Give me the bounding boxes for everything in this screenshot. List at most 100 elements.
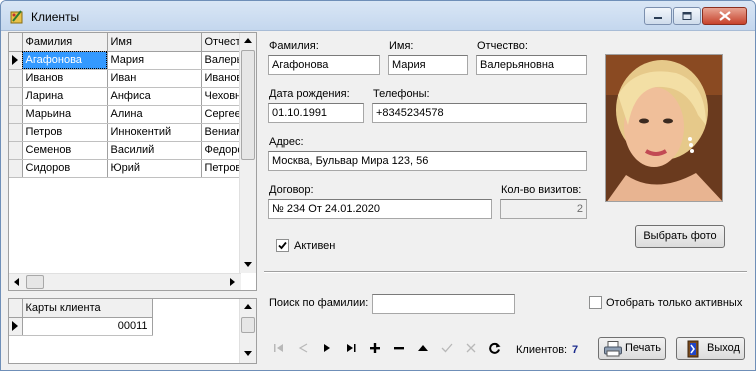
last-record-button[interactable] (339, 338, 363, 358)
column-header-patronymic[interactable]: Отчество (201, 33, 242, 52)
close-button[interactable] (702, 7, 747, 25)
refresh-button[interactable] (483, 338, 507, 358)
edit-record-button[interactable] (411, 338, 435, 358)
table-cell[interactable]: Мария (107, 51, 202, 70)
delete-record-button[interactable] (387, 338, 411, 358)
table-row[interactable]: Ларина Анфиса Чеховна (9, 87, 242, 106)
scroll-right-arrow-icon[interactable] (230, 278, 235, 286)
column-header-name[interactable]: Имя (107, 33, 202, 52)
row-indicator (9, 141, 23, 160)
patronymic-field[interactable]: Валерьяновна (476, 55, 587, 75)
print-button-label: Печать (625, 342, 662, 354)
clients-grid-vertical-scrollbar[interactable] (239, 33, 256, 273)
vertical-scroll-thumb[interactable] (241, 317, 255, 333)
address-field[interactable]: Москва, Бульвар Мира 123, 56 (268, 151, 587, 171)
table-cell[interactable]: Юрий (107, 159, 202, 178)
column-header-client-cards[interactable]: Карты клиента (22, 299, 153, 318)
choose-photo-button[interactable]: Выбрать фото (635, 225, 725, 248)
name-label: Имя: (389, 40, 414, 52)
active-checkbox[interactable] (276, 239, 289, 252)
clients-grid-horizontal-scrollbar[interactable] (9, 273, 241, 290)
client-cards-grid[interactable]: Карты клиента 00011 (8, 298, 257, 364)
address-label: Адрес: (269, 136, 304, 148)
horizontal-scroll-thumb[interactable] (26, 275, 44, 289)
table-cell[interactable]: Петров (22, 123, 108, 142)
table-cell[interactable]: Сидоров (22, 159, 108, 178)
table-cell[interactable]: Федорович (201, 141, 242, 160)
table-cell[interactable]: Алина (107, 105, 202, 124)
phones-field[interactable]: +8345234578 (372, 103, 587, 123)
table-cell[interactable]: Иван (107, 69, 202, 88)
client-portrait-image (606, 55, 722, 201)
cancel-x-icon (466, 343, 476, 353)
table-cell[interactable]: Чеховна (201, 87, 242, 106)
visits-field: 2 (500, 199, 587, 219)
exit-button[interactable]: Выход (676, 337, 745, 360)
table-cell[interactable]: Семенов (22, 141, 108, 160)
table-cell[interactable]: 00011 (22, 317, 153, 336)
post-record-button[interactable] (435, 338, 459, 358)
close-icon (718, 11, 731, 21)
scroll-down-arrow-icon[interactable] (244, 351, 252, 356)
scroll-up-arrow-icon[interactable] (244, 304, 252, 309)
surname-field[interactable]: Агафонова (268, 55, 380, 75)
next-record-icon (324, 344, 330, 352)
table-cell[interactable]: Петрович (201, 159, 242, 178)
visits-label: Кол-во визитов: (501, 184, 582, 196)
table-cell[interactable]: Василий (107, 141, 202, 160)
client-photo (605, 54, 723, 202)
window-title: Клиенты (31, 10, 80, 24)
minus-icon (394, 347, 404, 350)
vertical-scroll-thumb[interactable] (241, 50, 255, 160)
maximize-button[interactable] (673, 7, 701, 25)
row-indicator (9, 105, 23, 124)
minimize-button[interactable] (644, 7, 672, 25)
scroll-up-arrow-icon[interactable] (244, 38, 252, 43)
table-row[interactable]: Семенов Василий Федорович (9, 141, 242, 160)
table-cell[interactable]: Ларина (22, 87, 108, 106)
phones-label: Телефоны: (373, 88, 430, 100)
prior-record-button[interactable] (291, 338, 315, 358)
cancel-record-button[interactable] (459, 338, 483, 358)
print-button[interactable]: Печать (598, 337, 666, 360)
first-record-button[interactable] (267, 338, 291, 358)
only-active-checkbox[interactable] (589, 296, 602, 309)
refresh-icon (489, 342, 501, 354)
exit-door-icon (687, 340, 699, 358)
name-field[interactable]: Мария (388, 55, 468, 75)
table-cell[interactable]: Анфиса (107, 87, 202, 106)
table-cell[interactable]: Иванов (22, 69, 108, 88)
header-indicator-cell (9, 299, 23, 318)
table-row[interactable]: Марьина Алина Сергеевна (9, 105, 242, 124)
table-row[interactable]: Агафонова Мария Валерьяновна (9, 51, 242, 70)
next-record-button[interactable] (315, 338, 339, 358)
cards-grid-vertical-scrollbar[interactable] (239, 299, 256, 363)
table-cell[interactable]: Иннокентий (107, 123, 202, 142)
scroll-down-arrow-icon[interactable] (244, 262, 252, 267)
table-row[interactable]: 00011 (9, 317, 153, 336)
table-row[interactable]: Иванов Иван Иванович (9, 69, 242, 88)
table-cell[interactable]: Иванович (201, 69, 242, 88)
active-label: Активен (294, 240, 336, 252)
search-surname-input[interactable] (372, 294, 515, 314)
plus-icon (370, 343, 380, 353)
table-cell[interactable]: Вениаминович (201, 123, 242, 142)
table-cell[interactable]: Агафонова (22, 51, 108, 70)
table-cell[interactable]: Сергеевна (201, 105, 242, 124)
table-row[interactable]: Петров Иннокентий Вениаминович (9, 123, 242, 142)
row-indicator (9, 87, 23, 106)
insert-record-button[interactable] (363, 338, 387, 358)
clients-grid[interactable]: Фамилия Имя Отчество Агафонова Мария Вал… (8, 32, 257, 291)
title-bar[interactable]: Клиенты (1, 1, 755, 31)
table-cell[interactable]: Валерьяновна (201, 51, 242, 70)
table-row[interactable]: Сидоров Юрий Петрович (9, 159, 242, 178)
table-cell[interactable]: Марьина (22, 105, 108, 124)
contract-field[interactable]: № 234 От 24.01.2020 (268, 199, 492, 219)
maximize-icon (682, 12, 692, 20)
exit-button-label: Выход (707, 342, 740, 354)
scroll-left-arrow-icon[interactable] (14, 278, 19, 286)
birthdate-field[interactable]: 01.10.1991 (268, 103, 364, 123)
header-indicator-cell (9, 33, 23, 52)
column-header-surname[interactable]: Фамилия (22, 33, 108, 52)
minimize-icon (654, 17, 662, 19)
